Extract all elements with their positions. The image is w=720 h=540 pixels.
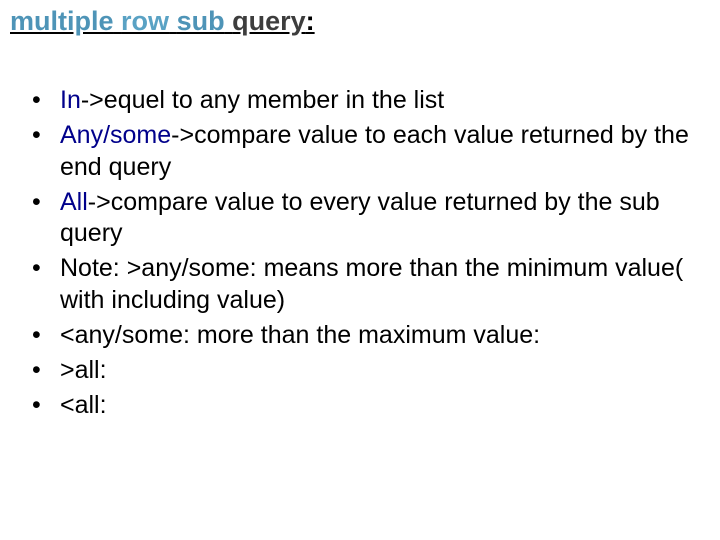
- list-item: Note: >any/some: means more than the min…: [32, 253, 700, 316]
- slide: multiple row sub query: In->equel to any…: [0, 0, 720, 540]
- title-word-3: sub: [177, 6, 225, 36]
- bullet-text: ->compare value to every value returned …: [60, 188, 660, 247]
- list-item: All->compare value to every value return…: [32, 187, 700, 250]
- title-word-2: row: [121, 6, 169, 36]
- bullet-text: <any/some: more than the maximum value:: [60, 321, 540, 349]
- slide-title: multiple row sub query:: [10, 6, 710, 37]
- list-item: <all:: [32, 390, 700, 421]
- bullet-text: <all:: [60, 391, 107, 419]
- keyword: Any/some: [60, 121, 171, 149]
- title-word-4: query: [232, 6, 306, 36]
- bullet-list: In->equel to any member in the list Any/…: [10, 85, 710, 422]
- keyword: All: [60, 188, 88, 216]
- list-item: <any/some: more than the maximum value:: [32, 320, 700, 351]
- bullet-text: ->equel to any member in the list: [81, 86, 444, 114]
- list-item: Any/some->compare value to each value re…: [32, 120, 700, 183]
- list-item: >all:: [32, 355, 700, 386]
- title-colon: :: [306, 6, 315, 36]
- bullet-text: Note: >any/some: means more than the min…: [60, 254, 683, 313]
- bullet-text: >all:: [60, 356, 107, 384]
- title-word-1: multiple: [10, 6, 114, 36]
- keyword: In: [60, 86, 81, 114]
- list-item: In->equel to any member in the list: [32, 85, 700, 116]
